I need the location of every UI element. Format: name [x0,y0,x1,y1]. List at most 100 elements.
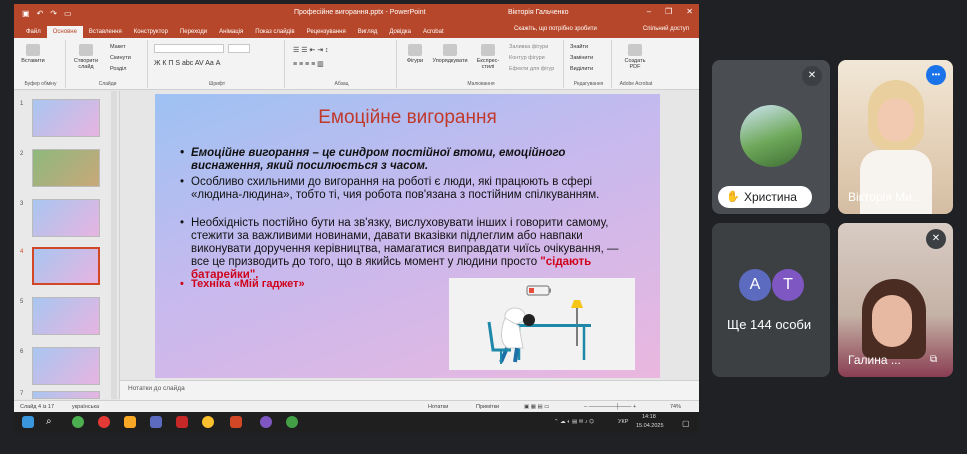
tab-transitions[interactable]: Переходи [174,26,213,38]
create-pdf-button[interactable]: Создать PDF [620,44,650,70]
tab-home[interactable]: Основне [46,26,83,38]
participant-face [878,98,914,142]
editing-label: Редагування [573,81,604,87]
app-icon[interactable] [260,416,272,428]
tab-file[interactable]: Файл [20,26,47,38]
quick-access-toolbar: ▣ ↶ ↷ ▭ [14,9,72,18]
tab-insert[interactable]: Вставлення [83,26,128,38]
tab-animations[interactable]: Анімація [213,26,249,38]
redo-icon[interactable]: ↷ [50,9,57,18]
minimize-button[interactable]: – [647,7,651,16]
share-button[interactable]: Спільний доступ [643,26,689,32]
file-explorer-icon[interactable] [124,416,136,428]
paste-button[interactable]: Вставити [20,44,46,64]
shape-effects-button[interactable]: Ефекти для фігур [509,66,554,72]
tell-me-search[interactable]: Скажіть, що потрібно зробити [514,26,597,32]
participant-tile-khrystyna[interactable]: ✕ ✋ Христина [712,60,830,214]
zoom-slider[interactable]: – ───────┼─── + [584,404,636,410]
language-indicator[interactable]: українська [72,404,99,410]
tab-slideshow[interactable]: Показ слайдів [249,26,300,38]
slide-title[interactable]: Емоційне вигорання [155,107,660,129]
chrome-icon[interactable] [286,416,298,428]
search-icon[interactable]: ⌕ [46,416,58,428]
slide-thumbnail-active[interactable] [32,247,100,285]
view-buttons-icon[interactable]: ▣ ▦ ▤ ▭ [524,404,549,410]
participant-name: Вікторія Ми... [848,190,922,204]
slide-thumbnail[interactable] [32,391,100,399]
slide-thumbnail[interactable] [32,99,100,137]
slide-thumbnail[interactable] [32,199,100,237]
shape-fill-button[interactable]: Заливка фігури [509,44,548,50]
tab-review[interactable]: Рецензування [301,26,352,38]
slide-thumbnail[interactable] [32,149,100,187]
font-label: Шрифт [208,81,226,87]
pip-icon[interactable]: ⧉ [930,354,937,365]
slide-bullet[interactable]: Особливо схильними до вигорання на робот… [180,176,631,202]
close-button[interactable]: ✕ [686,7,693,16]
input-language[interactable]: УКР [618,419,628,425]
new-slide-button[interactable]: Створити слайд [70,44,102,70]
save-icon[interactable]: ▣ [22,9,30,18]
section-button[interactable]: Розділ [110,66,126,72]
slide-canvas[interactable]: Емоційне вигорання Емоційне вигорання – … [155,94,660,378]
slide-number: 6 [20,349,24,355]
app-icon[interactable] [150,416,162,428]
quick-styles-button[interactable]: Експрес-стилі [471,44,505,70]
slide-thumbnail[interactable] [32,297,100,335]
participant-avatar [740,105,802,167]
maximize-button[interactable]: ❐ [665,7,672,16]
slide-number: 3 [20,201,24,207]
font-format-buttons[interactable]: Ж К П S abc AV Aa А [154,60,220,67]
list-buttons-icon[interactable]: ☰ ☰ ⇤ ⇥ ↕ [293,46,329,54]
participant-face [872,295,912,347]
participant-tile-halyna[interactable]: ✕ Галина ... ⧉ [838,223,953,377]
notes-pane[interactable]: Нотатки до слайда [120,380,699,400]
slide-number: 7 [20,391,24,397]
reset-button[interactable]: Скинути [110,55,131,61]
powerpoint-icon[interactable] [230,416,242,428]
acrobat-label: Adobe Acrobat [619,81,653,87]
notification-icon[interactable]: ▢ [682,419,690,428]
slide-bullet[interactable]: Емоційне вигорання – це синдром постійно… [180,147,631,173]
pdf-icon [628,44,642,56]
zoom-level[interactable]: 74% [670,404,681,410]
tired-worker-illustration[interactable] [449,278,635,370]
notes-toggle[interactable]: Нотатки [428,404,448,410]
slide-bullet[interactable]: Необхідність постійно бути на зв'язку, в… [180,217,631,282]
font-name-box[interactable] [154,44,224,53]
shapes-button[interactable]: Фігури [403,44,427,64]
select-button[interactable]: Виділити [570,66,593,72]
tray-icons[interactable]: ⌃ ☁ ◐ ▤ ✉ ♪ ⌬ [554,419,594,425]
thumbnails-scrollbar[interactable] [111,91,117,399]
align-buttons-icon[interactable]: ≡ ≡ ≡ ≡ ▥ [293,60,324,68]
tab-design[interactable]: Конструктор [128,26,174,38]
comments-toggle[interactable]: Примітки [476,404,499,410]
shape-outline-button[interactable]: Контур фігури [509,55,545,61]
tab-view[interactable]: Вигляд [352,26,384,38]
find-button[interactable]: Знайти [570,44,588,50]
more-participants-tile[interactable]: А Т Ще 144 особи [712,223,830,377]
undo-icon[interactable]: ↶ [37,9,44,18]
app-icon[interactable] [72,416,84,428]
app-icon[interactable] [176,416,188,428]
arrange-button[interactable]: Упорядкувати [431,44,469,64]
clock-date[interactable]: 15.04.2025 [636,423,664,429]
font-size-box[interactable] [228,44,250,53]
tab-help[interactable]: Довідка [383,26,417,38]
powerpoint-window: ▣ ↶ ↷ ▭ Професійне вигорання.pptx - Powe… [14,4,699,412]
raised-hand-icon: ✋ [726,191,740,203]
font-group: Ж К П S abc AV Aa А Шрифт [150,40,285,88]
chrome-icon[interactable] [202,416,214,428]
layout-button[interactable]: Макет [110,44,126,50]
clock-time[interactable]: 14:18 [642,414,656,420]
start-icon[interactable] [22,416,34,428]
replace-button[interactable]: Замінити [570,55,593,61]
slide-thumbnail[interactable] [32,347,100,385]
present-icon[interactable]: ▭ [64,9,72,18]
participant-tile-viktoriia[interactable]: ••• Вікторія Ми... [838,60,953,214]
slide-number: 4 [20,249,24,255]
opera-icon[interactable] [98,416,110,428]
tab-acrobat[interactable]: Acrobat [417,26,450,38]
ribbon: Вставити Буфер обміну Створити слайд Мак… [14,38,699,90]
user-name[interactable]: Вікторія Гальченко [508,9,569,16]
